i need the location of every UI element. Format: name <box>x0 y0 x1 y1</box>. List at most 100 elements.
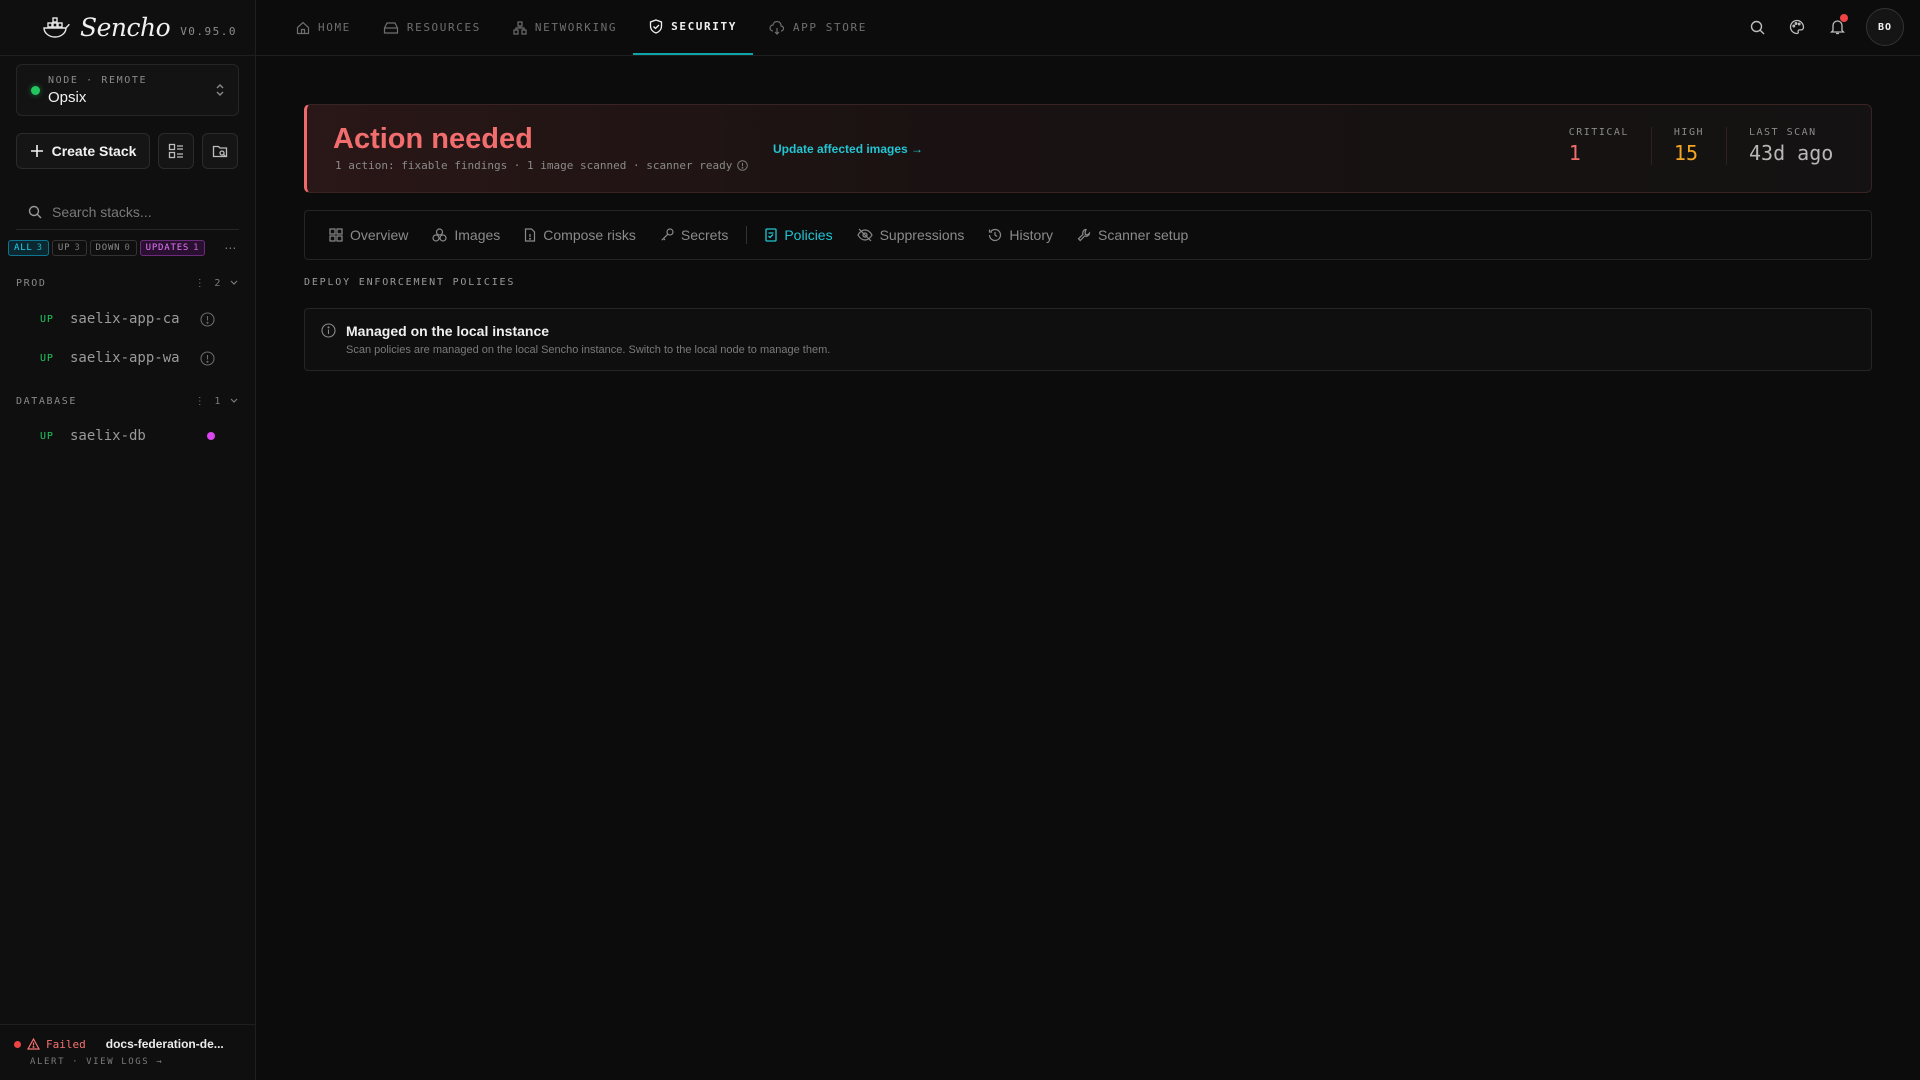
filter-count: 0 <box>124 243 131 253</box>
palette-icon[interactable] <box>1786 16 1808 38</box>
filter-count: 3 <box>74 243 81 253</box>
info-icon[interactable] <box>737 160 749 171</box>
node-sub-label: NODE · REMOTE <box>48 74 148 86</box>
kebab-icon[interactable]: ⋮ <box>195 278 207 289</box>
tab-overview[interactable]: Overview <box>329 227 408 243</box>
tab-label: Secrets <box>680 227 729 243</box>
sidebar: Sencho V0.95.0 NODE · REMOTE Opsix Creat… <box>0 0 256 1080</box>
create-stack-button[interactable]: Create Stack <box>16 133 150 169</box>
list-grid-icon <box>168 143 184 159</box>
home-icon <box>296 21 310 35</box>
nav-tab-label: RESOURCES <box>406 21 481 34</box>
network-icon <box>513 20 527 35</box>
stack-status: UP <box>40 352 54 364</box>
nav-tab-label: SECURITY <box>671 20 737 33</box>
security-banner: Action needed 1 action: fixable findings… <box>304 104 1872 193</box>
group-header-database[interactable]: DATABASE ⋮ 1 <box>16 394 238 408</box>
nav-tab-resources[interactable]: RESOURCES <box>367 0 497 55</box>
more-filters-button[interactable]: ⋯ <box>224 241 236 255</box>
wrench-icon <box>1077 228 1091 242</box>
tab-label: Suppressions <box>879 227 965 243</box>
tab-label: Overview <box>350 227 409 243</box>
alert-status: Failed <box>46 1037 86 1051</box>
banner-subtitle: 1 action: fixable findings · 1 image sca… <box>335 159 749 172</box>
stack-status: UP <box>40 430 54 442</box>
tab-scanner-setup[interactable]: Scanner setup <box>1077 227 1188 243</box>
avatar[interactable]: BO <box>1866 8 1904 46</box>
stat-value: 43d ago <box>1749 141 1834 165</box>
stat-label: CRITICAL <box>1568 127 1629 138</box>
eye-off-icon <box>856 228 873 242</box>
chevron-down-icon[interactable] <box>230 280 238 286</box>
info-icon[interactable] <box>200 311 215 327</box>
stack-search <box>16 194 239 230</box>
stat-critical: CRITICAL 1 <box>1547 127 1651 165</box>
stat-high: HIGH 15 <box>1650 127 1726 165</box>
banner-stats: CRITICAL 1 HIGH 15 LAST SCAN 43d ago <box>1547 127 1871 165</box>
drive-icon <box>383 21 399 35</box>
brand[interactable]: Sencho V0.95.0 <box>0 0 255 56</box>
grid-icon <box>329 228 343 242</box>
chevron-down-icon[interactable] <box>230 398 238 404</box>
info-icon <box>321 323 336 338</box>
nav-tab-home[interactable]: HOME <box>280 0 367 55</box>
nav-tab-app-store[interactable]: APP STORE <box>753 0 883 55</box>
node-name: Opsix <box>48 88 87 106</box>
update-available-dot <box>207 432 215 440</box>
nav-tab-label: APP STORE <box>792 21 867 34</box>
notice-text: Scan policies are managed on the local S… <box>346 344 831 356</box>
tab-divider <box>746 226 748 244</box>
alert-title: docs-federation-de... <box>105 1037 224 1051</box>
stack-item[interactable]: UP saelix-db <box>40 424 215 448</box>
stat-last-scan: LAST SCAN 43d ago <box>1726 127 1871 165</box>
notice-title: Managed on the local instance <box>346 323 550 339</box>
tab-suppressions[interactable]: Suppressions <box>856 227 965 243</box>
tab-label: Policies <box>784 227 833 243</box>
notification-badge <box>1840 14 1848 22</box>
stat-label: HIGH <box>1673 127 1704 138</box>
filter-count: 3 <box>36 243 43 253</box>
stack-item[interactable]: UP saelix-app-wa <box>40 346 215 370</box>
nav-tab-networking[interactable]: NETWORKING <box>497 0 633 55</box>
filter-label: UPDATES <box>145 243 190 253</box>
filter-updates[interactable]: UPDATES 1 <box>139 240 206 256</box>
group-header-prod[interactable]: PROD ⋮ 2 <box>16 276 238 290</box>
shield-icon <box>649 19 663 34</box>
info-icon[interactable] <box>200 350 215 366</box>
open-folder-button[interactable] <box>202 133 238 169</box>
alert-footer[interactable]: Failed docs-federation-de... ALERT · VIE… <box>0 1024 256 1080</box>
view-logs-link[interactable]: ALERT · VIEW LOGS → <box>30 1057 256 1067</box>
brand-name: Sencho <box>80 13 171 42</box>
update-images-link[interactable]: Update affected images → <box>773 142 923 156</box>
tab-compose-risks[interactable]: Compose risks <box>524 227 636 243</box>
search-input[interactable] <box>52 203 232 220</box>
alert-dot <box>14 1040 21 1048</box>
tab-history[interactable]: History <box>988 227 1053 243</box>
bulk-view-button[interactable] <box>158 133 194 169</box>
stack-item[interactable]: UP saelix-app-ca <box>40 307 215 331</box>
tab-policies[interactable]: Policies <box>765 227 833 243</box>
nav-tab-label: HOME <box>318 21 351 34</box>
search-icon[interactable] <box>1746 16 1768 38</box>
chevron-up-down-icon <box>214 82 226 98</box>
filter-up[interactable]: UP 3 <box>51 240 87 256</box>
nav-tab-security[interactable]: SECURITY <box>633 0 753 55</box>
bell-icon[interactable] <box>1826 14 1848 38</box>
cloud-download-icon <box>769 20 785 35</box>
tab-images[interactable]: Images <box>432 227 500 243</box>
banner-title: Action needed <box>333 123 533 155</box>
stack-name: saelix-app-wa <box>70 350 180 366</box>
search-icon <box>28 205 42 219</box>
tab-secrets[interactable]: Secrets <box>660 227 728 243</box>
kebab-icon[interactable]: ⋮ <box>195 396 207 407</box>
security-tabs: Overview Images Compose risks Secrets Po… <box>304 210 1872 260</box>
group-label: PROD <box>16 277 47 289</box>
tab-label: Scanner setup <box>1097 227 1189 243</box>
file-icon <box>524 228 536 242</box>
node-selector[interactable]: NODE · REMOTE Opsix <box>16 64 239 116</box>
filter-down[interactable]: DOWN 0 <box>89 240 137 256</box>
filter-all[interactable]: ALL 3 <box>8 240 49 256</box>
folder-search-icon <box>212 143 228 159</box>
top-nav: HOME RESOURCES NETWORKING SECURITY APP S… <box>256 0 1920 56</box>
create-stack-label: Create Stack <box>51 143 137 159</box>
